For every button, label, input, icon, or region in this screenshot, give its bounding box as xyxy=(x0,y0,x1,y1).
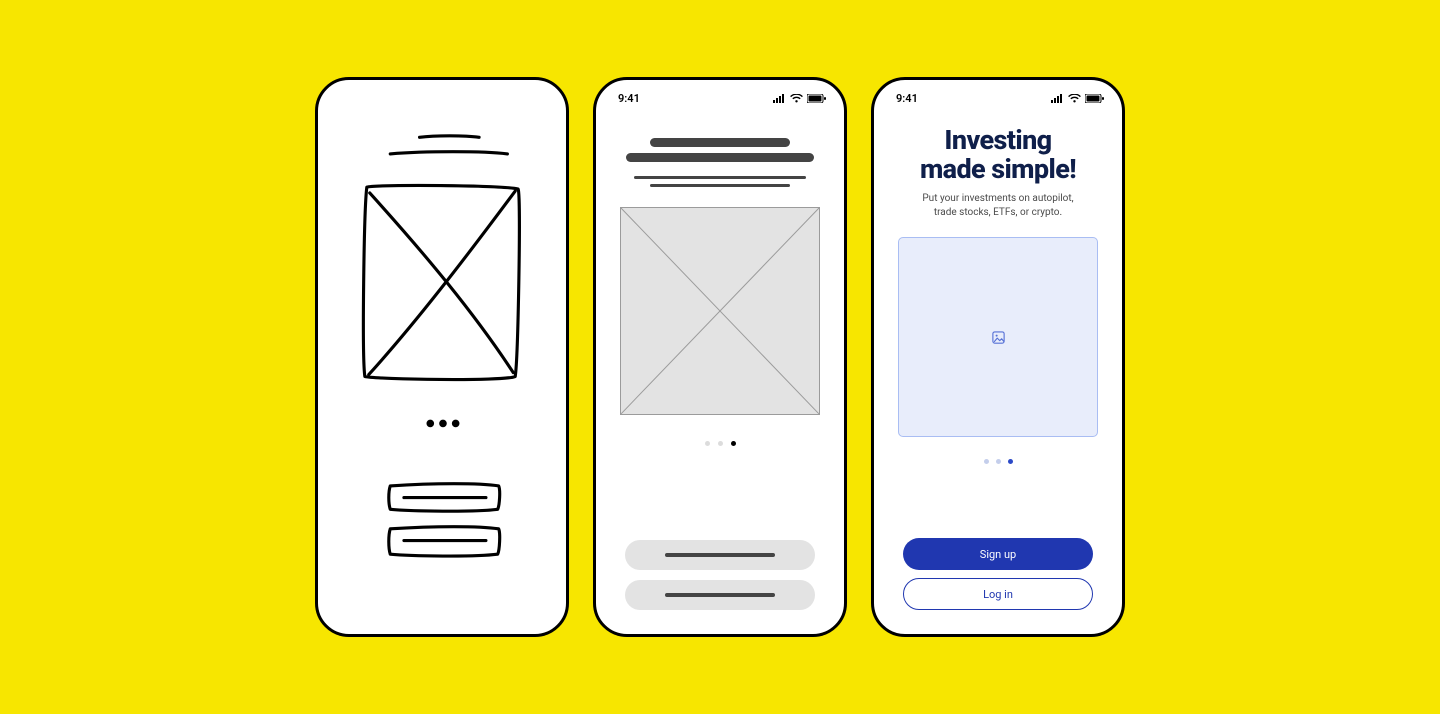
headline-placeholder-line-2 xyxy=(626,153,814,162)
page-dot xyxy=(705,441,710,446)
wireframe-progression-row: 9:41 xyxy=(315,77,1125,637)
headline: Investing made simple! xyxy=(920,126,1076,184)
sketch-drawing xyxy=(318,80,566,634)
secondary-cta-placeholder[interactable] xyxy=(625,580,815,610)
page-dot xyxy=(984,459,989,464)
page-indicator[interactable] xyxy=(984,459,1013,464)
subheadline: Put your investments on autopilot, trade… xyxy=(922,192,1073,219)
page-dot-active xyxy=(1008,459,1013,464)
subcopy-line-1: Put your investments on autopilot, xyxy=(922,193,1073,204)
hero-image-placeholder xyxy=(898,237,1098,437)
phone-high-fidelity: 9:41 Investing made simple! Put your inv… xyxy=(871,77,1125,637)
headline-line-2: made simple! xyxy=(920,153,1076,185)
signup-button[interactable]: Sign up xyxy=(903,538,1093,570)
page-dot xyxy=(718,441,723,446)
image-icon xyxy=(991,330,1006,345)
page-dot xyxy=(996,459,1001,464)
primary-cta-placeholder[interactable] xyxy=(625,540,815,570)
headline-placeholder-line-1 xyxy=(650,138,790,147)
phone-sketch xyxy=(315,77,569,637)
hero-image-placeholder xyxy=(620,207,820,415)
page-indicator[interactable] xyxy=(705,441,736,446)
subcopy-line-2: trade stocks, ETFs, or crypto. xyxy=(934,207,1062,218)
page-dot-active xyxy=(731,441,736,446)
subcopy-placeholder-line-2 xyxy=(650,184,790,187)
subcopy-placeholder-line-1 xyxy=(634,176,806,179)
headline-line-1: Investing xyxy=(944,124,1051,156)
login-button[interactable]: Log in xyxy=(903,578,1093,610)
phone-grayscale-wireframe: 9:41 xyxy=(593,77,847,637)
